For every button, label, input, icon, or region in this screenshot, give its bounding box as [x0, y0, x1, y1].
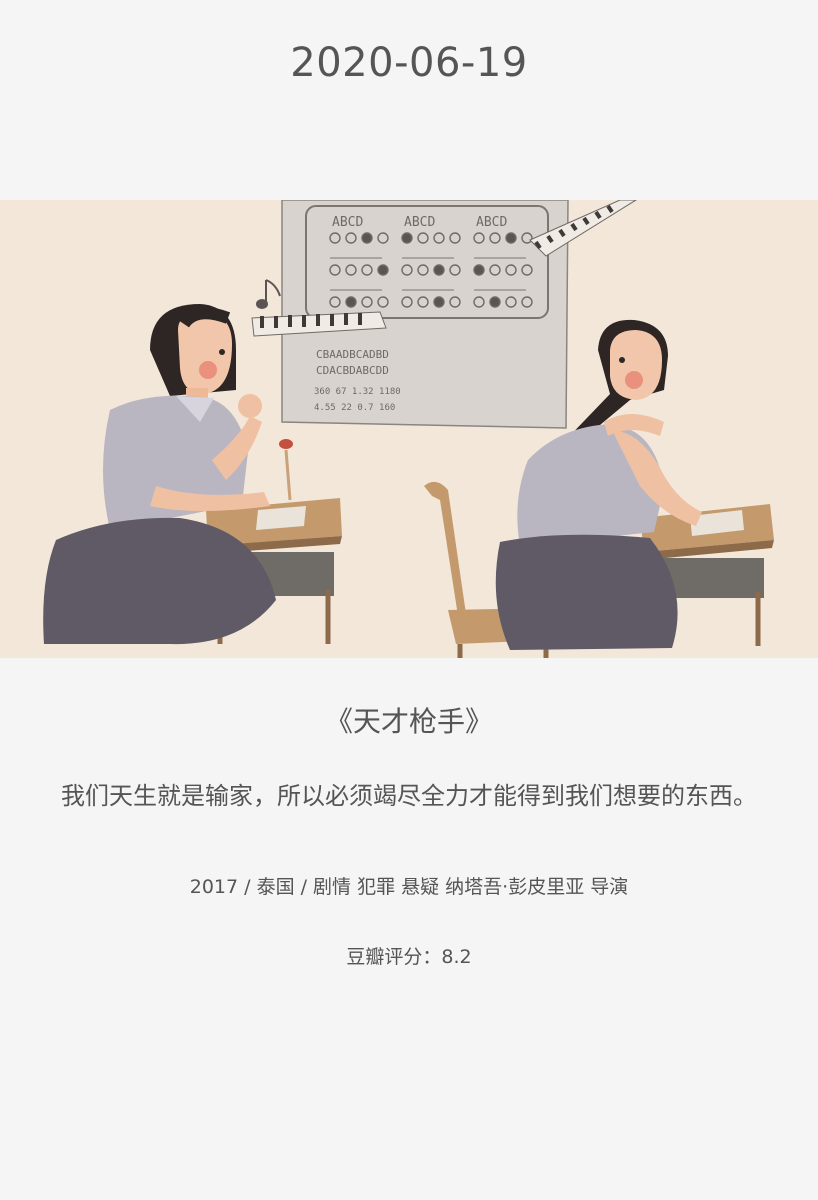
illustration-svg: ABCD ABCD ABCD CBAADBCADBD CDACBDABCDD 3… — [0, 200, 818, 658]
date-heading: 2020-06-19 — [290, 40, 528, 86]
answer-number-line-2: 4.55 22 0.7 160 — [314, 403, 395, 413]
movie-quote: 我们天生就是输家，所以必须竭尽全力才能得到我们想要的东西。 — [61, 782, 757, 810]
movie-illustration: ABCD ABCD ABCD CBAADBCADBD CDACBDABCDD 3… — [0, 200, 818, 658]
movie-rating: 豆瓣评分：8.2 — [346, 946, 472, 968]
answer-letters-row-1b: ABCD — [404, 215, 435, 230]
answer-code-line-2: CDACBDABCDD — [316, 364, 389, 377]
answer-letters-row-1a: ABCD — [332, 215, 363, 230]
movie-meta: 2017 / 泰国 / 剧情 犯罪 悬疑 纳塔吾·彭皮里亚 导演 — [189, 876, 629, 898]
movie-title: 《天才枪手》 — [324, 705, 493, 738]
answer-number-line-1: 360 67 1.32 1180 — [314, 387, 401, 397]
answer-code-line-1: CBAADBCADBD — [316, 348, 389, 361]
answer-letters-row-1c: ABCD — [476, 215, 507, 230]
answer-sheet: ABCD ABCD ABCD CBAADBCADBD CDACBDABCDD 3… — [281, 200, 569, 429]
